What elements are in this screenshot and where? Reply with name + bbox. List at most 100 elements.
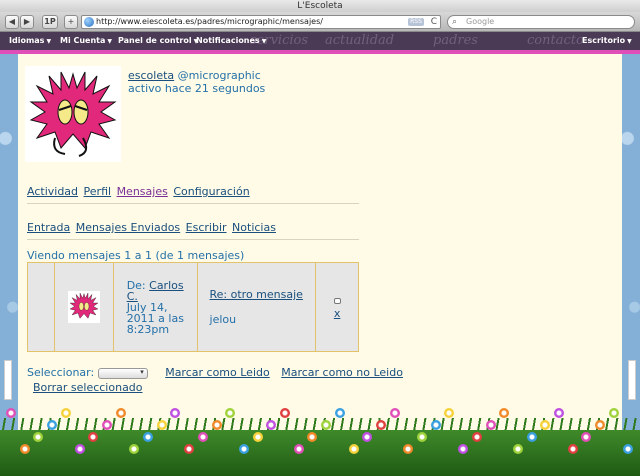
- tab-perfil[interactable]: Perfil: [84, 185, 112, 198]
- profile-tabs: Actividad Perfil Mensajes Configuración: [27, 185, 252, 198]
- flower-icon: [115, 408, 126, 418]
- message-subject-link[interactable]: Re: otro mensaje: [210, 288, 316, 301]
- nav-escritorio[interactable]: Escritorio ▼: [582, 36, 632, 45]
- subtab-mensajes-enviados[interactable]: Mensajes Enviados: [76, 221, 180, 234]
- flower-icon: [101, 420, 112, 430]
- forward-button[interactable]: ▶: [20, 15, 34, 29]
- pagination-summary: Viendo mensajes 1 a 1 (de 1 mensajes): [27, 249, 245, 262]
- nav-label: Panel de control: [118, 36, 192, 45]
- profile-activity: activo hace 21 segundos: [128, 82, 266, 95]
- nav-watermark: padres: [433, 33, 478, 48]
- flower-icon: [622, 444, 633, 454]
- site-navbar: servicios actualidad padres contacto Idi…: [0, 32, 640, 50]
- mark-unread-link[interactable]: Marcar como no Leido: [281, 366, 403, 379]
- nav-panel-de-control[interactable]: Panel de control ▼: [118, 36, 198, 45]
- divider: [27, 239, 359, 240]
- reload-button[interactable]: C: [431, 16, 437, 28]
- profile-header: escoleta @micrographic: [128, 69, 261, 82]
- flower-icon: [417, 432, 427, 442]
- flower-icon: [197, 432, 208, 442]
- fence-post: [628, 360, 636, 400]
- browser-toolbar: ◀ ▶ 1P + http://www.eiescoleta.es/padres…: [0, 12, 640, 32]
- flower-icon: [293, 444, 304, 454]
- nav-watermark: actualidad: [325, 33, 395, 48]
- window-title: L'Escoleta: [0, 0, 640, 12]
- divider: [27, 203, 359, 204]
- flower-icon: [211, 420, 222, 430]
- tab-configuracion[interactable]: Configuración: [173, 185, 249, 198]
- message-checkbox[interactable]: [333, 298, 341, 304]
- sender-avatar-cell: [53, 262, 114, 352]
- message-summary: Re: otro mensaje jelou: [198, 288, 316, 326]
- message-date: July 14, 2011 a las 8:23pm: [126, 300, 184, 336]
- nav-idiomas[interactable]: Idiomas ▼: [9, 36, 51, 45]
- message-meta-cell: De: Carlos C. July 14, 2011 a las 8:23pm: [112, 262, 198, 352]
- message-from: De: Carlos C. July 14, 2011 a las 8:23pm: [114, 280, 197, 335]
- flower-icon: [430, 420, 441, 430]
- nav-mi-cuenta[interactable]: Mi Cuenta ▼: [60, 36, 112, 45]
- globe-icon: [84, 17, 94, 27]
- flower-icon: [252, 432, 263, 442]
- search-placeholder: Google: [466, 17, 495, 26]
- flower-icon: [554, 408, 564, 418]
- tab-actividad[interactable]: Actividad: [27, 185, 78, 198]
- onepassword-button[interactable]: 1P: [42, 15, 58, 29]
- fence-post: [4, 360, 12, 400]
- chevron-down-icon: ▼: [627, 38, 632, 45]
- chevron-down-icon: ▾: [140, 367, 144, 376]
- flower-icon: [334, 408, 345, 418]
- message-content-cell: Re: otro mensaje jelou: [196, 262, 317, 352]
- search-icon: ⌕: [452, 17, 458, 27]
- flower-icon: [375, 420, 386, 430]
- nav-notificaciones[interactable]: Notificaciones ▼: [196, 36, 266, 45]
- flower-icon: [567, 444, 578, 454]
- back-button[interactable]: ◀: [5, 15, 19, 29]
- avatar[interactable]: [25, 66, 121, 162]
- message-excerpt: jelou: [209, 313, 237, 326]
- flower-icon: [6, 408, 16, 418]
- delete-message-link[interactable]: x: [334, 307, 341, 320]
- flower-icon: [156, 420, 167, 430]
- message-subtabs: Entrada Mensajes Enviados Escribir Notic…: [27, 221, 278, 234]
- flower-icon: [526, 432, 537, 442]
- flower-icon: [143, 432, 153, 442]
- subtab-escribir[interactable]: Escribir: [186, 221, 227, 234]
- address-bar[interactable]: http://www.eiescoleta.es/padres/microgra…: [81, 15, 441, 29]
- flower-icon: [471, 432, 482, 442]
- url-text: http://www.eiescoleta.es/padres/microgra…: [96, 17, 323, 26]
- rss-button[interactable]: RSS: [408, 18, 424, 26]
- nav-watermark: contacto: [527, 33, 584, 48]
- select-dropdown[interactable]: ▾: [97, 367, 148, 379]
- background-sky: [622, 54, 640, 476]
- chevron-down-icon: ▼: [261, 38, 267, 45]
- nav-label: Idiomas: [9, 36, 45, 45]
- hedgehog-avatar-icon: [69, 292, 99, 319]
- flower-icon: [512, 444, 523, 454]
- search-input[interactable]: ⌕ Google: [447, 15, 635, 29]
- sender-avatar[interactable]: [67, 291, 100, 323]
- tab-mensajes[interactable]: Mensajes: [117, 185, 168, 198]
- select-label: Seleccionar:: [27, 366, 95, 379]
- profile-name-link[interactable]: escoleta: [128, 69, 174, 82]
- flower-icon: [60, 408, 71, 418]
- subtab-entrada[interactable]: Entrada: [27, 221, 70, 234]
- nav-label: Escritorio: [582, 36, 626, 45]
- flower-icon: [485, 420, 496, 430]
- table-row[interactable]: De: Carlos C. July 14, 2011 a las 8:23pm…: [27, 262, 359, 352]
- chevron-down-icon: ▼: [107, 38, 113, 45]
- messages-table: De: Carlos C. July 14, 2011 a las 8:23pm…: [27, 262, 359, 352]
- delete-selected-link[interactable]: Borrar seleccionado: [33, 381, 143, 394]
- flower-icon: [389, 408, 400, 418]
- flower-icon: [280, 408, 290, 418]
- nav-label: Notificaciones: [196, 36, 260, 45]
- flower-icon: [19, 444, 30, 454]
- subtab-noticias[interactable]: Noticias: [232, 221, 276, 234]
- flower-icon: [238, 444, 249, 454]
- profile-handle: @micrographic: [177, 69, 261, 82]
- mark-read-link[interactable]: Marcar como Leido: [165, 366, 270, 379]
- message-actions-cell: x: [315, 262, 359, 352]
- add-bookmark-button[interactable]: +: [64, 15, 78, 29]
- flower-icon: [608, 408, 619, 418]
- flower-icon: [348, 444, 359, 454]
- hedgehog-avatar-icon: [29, 71, 117, 157]
